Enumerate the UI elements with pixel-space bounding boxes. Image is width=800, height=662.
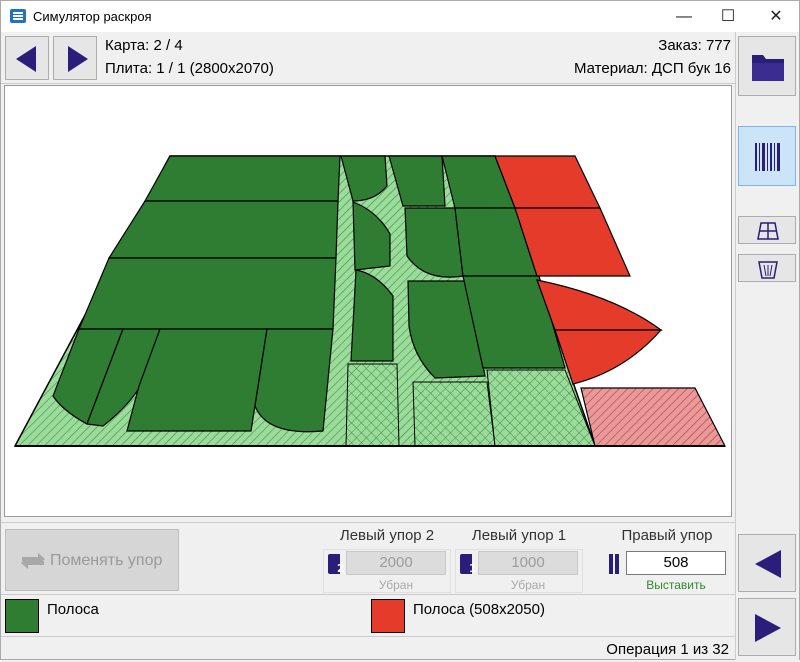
app-icon bbox=[10, 9, 26, 23]
legend: Полоса Полоса (508x2050) bbox=[1, 594, 735, 636]
arrow-right-icon bbox=[755, 614, 781, 642]
minimize-button[interactable]: — bbox=[661, 1, 707, 32]
prev-operation-button[interactable] bbox=[738, 534, 796, 592]
swap-stop-button[interactable]: Поменять упор bbox=[5, 529, 179, 591]
left-stop-1-value: 1000 bbox=[478, 551, 578, 575]
left-stop-2: Левый упор 2 2 2000 Убран bbox=[323, 527, 451, 593]
close-button[interactable]: ✕ bbox=[753, 1, 799, 32]
title-bar: Симулятор раскроя — ☐ ✕ bbox=[1, 1, 799, 32]
part bbox=[107, 200, 339, 259]
stop-right-icon bbox=[609, 554, 619, 574]
svg-text:2: 2 bbox=[337, 562, 344, 575]
left-stop-1-title: Левый упор 1 bbox=[471, 527, 567, 544]
legend-label-strip: Полоса bbox=[47, 601, 99, 618]
maximize-button[interactable]: ☐ bbox=[705, 1, 751, 32]
grid-icon bbox=[757, 222, 779, 240]
order-info: Заказ: 777 bbox=[658, 37, 731, 54]
cutting-map-canvas bbox=[4, 85, 732, 517]
stops-panel: Поменять упор Левый упор 2 2 2000 Убран … bbox=[1, 522, 735, 594]
svg-text:1: 1 bbox=[469, 562, 476, 575]
strip-part bbox=[554, 329, 663, 385]
left-stop-1-status: Убран bbox=[510, 578, 546, 592]
right-tool-panel bbox=[735, 32, 799, 660]
trash-icon bbox=[758, 261, 778, 279]
stop-left-1-icon: 1 bbox=[460, 554, 476, 575]
barcode-icon bbox=[755, 143, 780, 171]
left-stop-2-status: Убран bbox=[378, 578, 414, 592]
barcode-button[interactable] bbox=[738, 126, 796, 186]
left-stop-1: Левый упор 1 1 1000 Убран bbox=[455, 527, 583, 593]
operation-counter: Операция 1 из 32 bbox=[606, 641, 729, 658]
open-folder-button[interactable] bbox=[738, 36, 796, 96]
arrow-left-icon bbox=[755, 550, 781, 578]
next-operation-button[interactable] bbox=[738, 598, 796, 656]
delete-button[interactable] bbox=[738, 254, 796, 282]
legend-swatch-green bbox=[5, 599, 39, 633]
legend-swatch-red bbox=[371, 599, 405, 633]
left-stop-2-value: 2000 bbox=[346, 551, 446, 575]
part bbox=[143, 155, 341, 202]
right-stop-input[interactable]: 508 bbox=[626, 551, 726, 575]
swap-icon bbox=[21, 553, 45, 569]
arrow-right-icon bbox=[68, 46, 88, 72]
part bbox=[78, 257, 337, 330]
material-info: Материал: ДСП бук 16 bbox=[574, 60, 731, 77]
right-stop-title: Правый упор bbox=[621, 527, 713, 544]
swap-stop-label: Поменять упор bbox=[50, 552, 163, 569]
right-stop: Правый упор 508 Выставить bbox=[603, 527, 731, 593]
right-stop-status: Выставить bbox=[646, 578, 706, 592]
window-title: Симулятор раскроя bbox=[33, 9, 152, 24]
app-window: Симулятор раскроя — ☐ ✕ Карта: 2 / 4 Пли… bbox=[0, 0, 800, 660]
cutting-map bbox=[13, 155, 726, 447]
folder-icon bbox=[752, 55, 784, 81]
map-counter: Карта: 2 / 4 bbox=[105, 37, 183, 54]
part bbox=[254, 328, 334, 433]
strip-waste bbox=[580, 387, 726, 447]
arrow-left-icon bbox=[16, 46, 36, 72]
waste-area bbox=[345, 363, 400, 447]
strip-part bbox=[536, 279, 663, 331]
legend-label-strip-size: Полоса (508x2050) bbox=[413, 601, 545, 618]
sheet-info: Плита: 1 / 1 (2800x2070) bbox=[105, 60, 274, 77]
top-info-panel: Карта: 2 / 4 Плита: 1 / 1 (2800x2070) За… bbox=[1, 32, 735, 84]
waste-area bbox=[412, 381, 496, 447]
left-stop-2-title: Левый упор 2 bbox=[339, 527, 435, 544]
status-bar: Операция 1 из 32 bbox=[1, 636, 735, 660]
next-map-button[interactable] bbox=[53, 36, 97, 80]
stop-left-2-icon: 2 bbox=[328, 554, 344, 575]
grid-view-button[interactable] bbox=[738, 216, 796, 244]
prev-map-button[interactable] bbox=[5, 36, 49, 80]
